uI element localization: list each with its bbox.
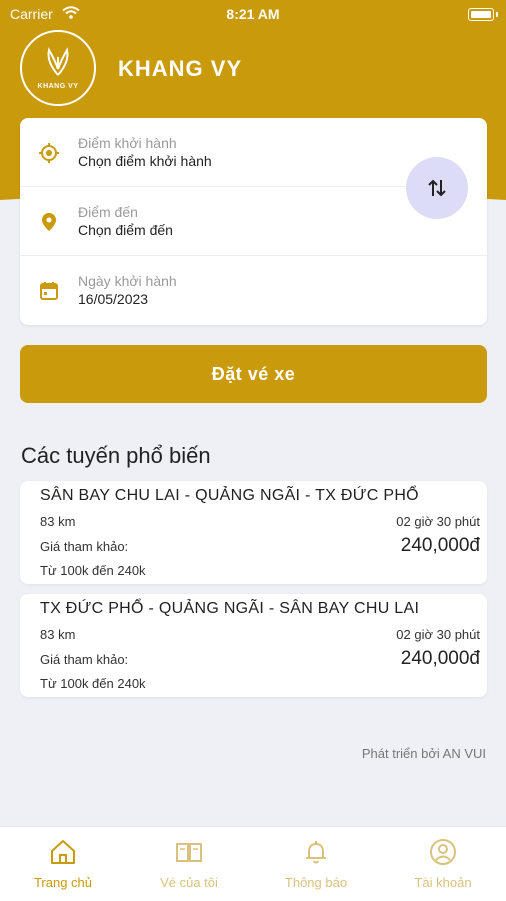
battery-icon xyxy=(468,8,494,21)
ticket-book-icon xyxy=(176,843,202,862)
tab-bar: Trang chủ Vé của tôi Thông báo Tài khoản xyxy=(0,826,506,901)
popular-routes-title: Các tuyến phổ biến xyxy=(21,443,211,468)
bell-icon xyxy=(306,841,326,864)
date-label: Ngày khởi hành xyxy=(78,273,177,289)
leaf-icon xyxy=(41,46,75,81)
logo-text: KHANG VY xyxy=(37,82,79,90)
departure-label: Điểm khởi hành xyxy=(78,135,177,151)
account-icon xyxy=(430,839,456,865)
swap-arrows-icon xyxy=(428,179,446,197)
tab-notifications[interactable]: Thông báo xyxy=(253,827,379,901)
swap-locations-button[interactable] xyxy=(406,157,468,219)
date-field[interactable]: Ngày khởi hành 16/05/2023 xyxy=(20,256,487,324)
location-pin-icon xyxy=(42,213,56,231)
destination-label: Điểm đến xyxy=(78,204,138,220)
developer-credit: Phát triển bởi AN VUI xyxy=(361,746,486,761)
reference-price-label: Giá tham khảo: xyxy=(40,652,129,667)
tab-account[interactable]: Tài khoản xyxy=(380,827,506,901)
route-card[interactable]: SÂN BAY CHU LAI - QUẢNG NGÃI - TX ĐỨC PH… xyxy=(20,481,487,584)
price-range: Từ 100k đến 240k xyxy=(40,676,146,691)
tab-label: Thông báo xyxy=(284,875,348,890)
date-value: 16/05/2023 xyxy=(78,291,149,307)
calendar-icon xyxy=(40,282,58,300)
route-distance: 83 km xyxy=(40,627,76,642)
route-name: SÂN BAY CHU LAI - QUẢNG NGÃI - TX ĐỨC PH… xyxy=(40,487,419,504)
tab-label: Tài khoản xyxy=(414,875,472,890)
brand-logo: KHANG VY xyxy=(20,30,96,106)
target-icon xyxy=(39,143,59,163)
home-icon xyxy=(51,840,75,864)
tab-label: Trang chủ xyxy=(33,875,93,890)
route-duration: 02 giờ 30 phút xyxy=(396,514,480,529)
brand-name: KHANG VY xyxy=(118,56,243,81)
tab-home[interactable]: Trang chủ xyxy=(0,827,126,901)
battery-tip xyxy=(496,12,498,17)
route-price: 240,000đ xyxy=(400,535,480,556)
destination-value: Chọn điểm đến xyxy=(78,222,173,238)
search-card: Điểm khởi hành Chọn điểm khởi hành Điểm … xyxy=(20,118,487,325)
reference-price-label: Giá tham khảo: xyxy=(40,539,129,554)
departure-value: Chọn điểm khởi hành xyxy=(78,153,212,169)
price-range: Từ 100k đến 240k xyxy=(40,563,146,578)
route-distance: 83 km xyxy=(40,514,76,529)
status-bar: Carrier 8:21 AM xyxy=(0,0,506,28)
book-ticket-button[interactable]: Đặt vé xe xyxy=(20,345,487,403)
route-price: 240,000đ xyxy=(400,648,480,669)
tab-label: Vé của tôi xyxy=(160,875,218,890)
tab-my-tickets[interactable]: Vé của tôi xyxy=(126,827,252,901)
route-duration: 02 giờ 30 phút xyxy=(396,627,480,642)
clock: 8:21 AM xyxy=(226,6,280,22)
route-name: TX ĐỨC PHỔ - QUẢNG NGÃI - SÂN BAY CHU LA… xyxy=(40,600,420,617)
route-card[interactable]: TX ĐỨC PHỔ - QUẢNG NGÃI - SÂN BAY CHU LA… xyxy=(20,594,487,697)
